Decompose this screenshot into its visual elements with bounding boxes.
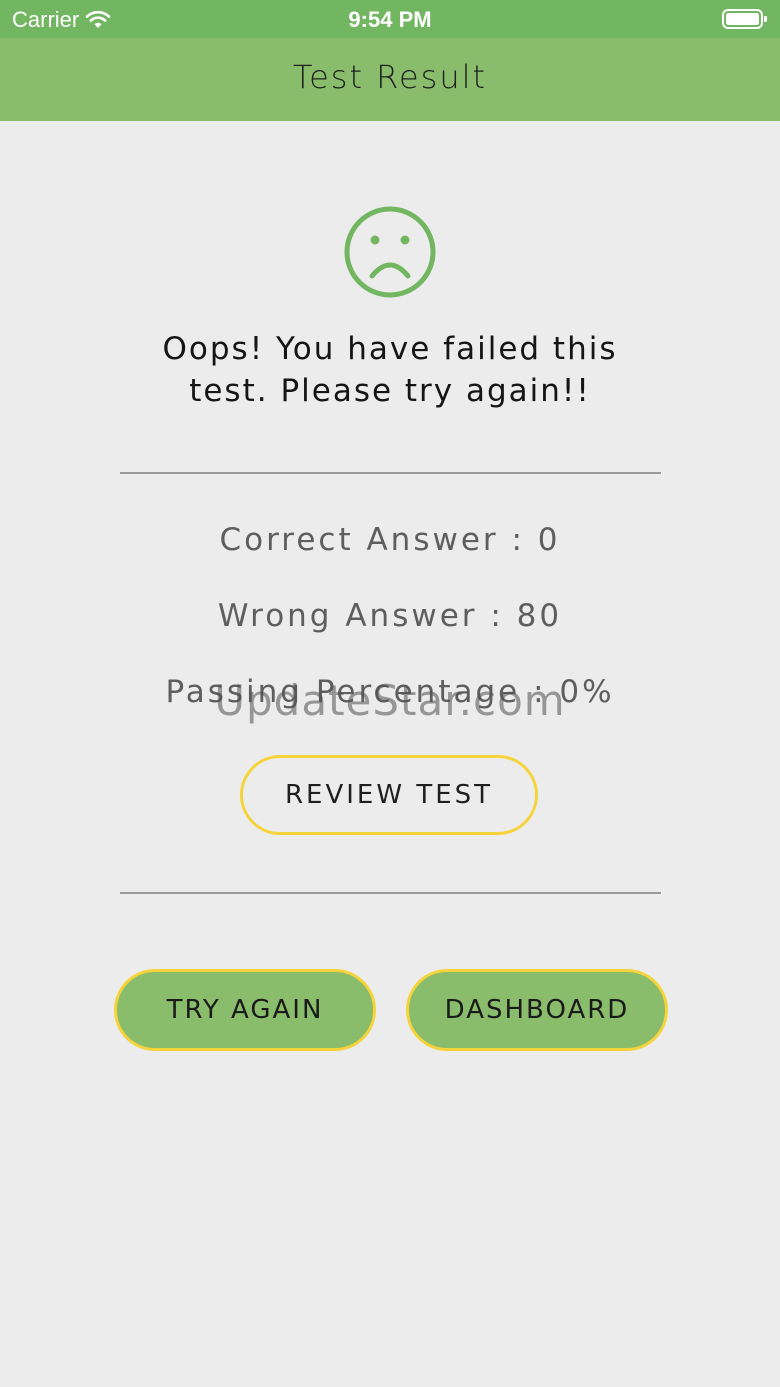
result-message-line-1: Oops! You have failed this: [162, 331, 618, 367]
review-test-button[interactable]: REVIEW TEST: [240, 755, 538, 835]
try-again-button[interactable]: TRY AGAIN: [114, 969, 376, 1051]
battery-icon: [722, 9, 768, 29]
navigation-bar: Test Result: [0, 38, 780, 121]
correct-answer-stat: Correct Answer : 0: [219, 522, 561, 558]
status-time: 9:54 PM: [348, 7, 432, 32]
dashboard-button[interactable]: DASHBOARD: [406, 969, 668, 1051]
page-title: Test Result: [292, 58, 488, 96]
result-message-line-2: test. Please try again!!: [189, 373, 591, 409]
result-message: Oops! You have failed this test. Please …: [100, 328, 680, 412]
wrong-answer-stat: Wrong Answer : 80: [217, 598, 563, 634]
status-bar: Carrier 9:54 PM: [0, 0, 780, 38]
watermark: UpdateStar.com: [214, 676, 566, 725]
divider-bottom: [120, 892, 661, 894]
sad-face-icon: [343, 205, 437, 299]
divider-top: [120, 472, 661, 474]
